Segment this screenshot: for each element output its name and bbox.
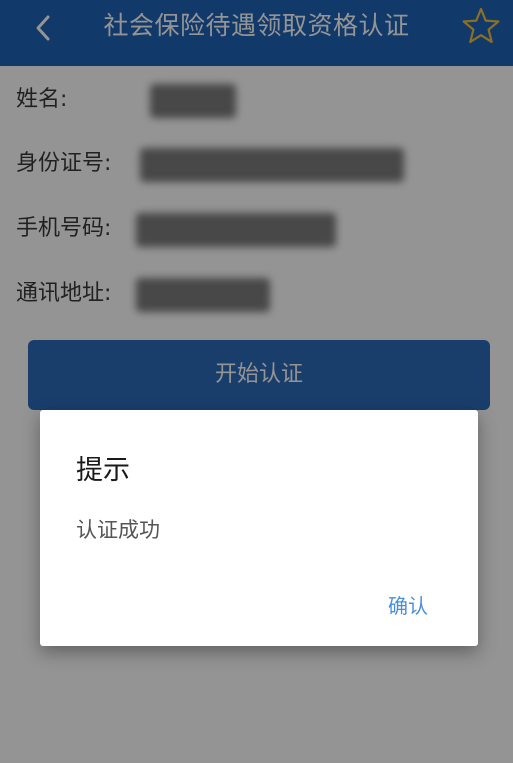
modal-backdrop[interactable] <box>0 0 513 763</box>
dialog-title: 提示 <box>76 455 130 486</box>
dialog-message: 认证成功 <box>76 518 160 542</box>
confirm-button[interactable]: 确认 <box>386 586 430 623</box>
alert-dialog: 提示 认证成功 确认 <box>40 410 478 646</box>
